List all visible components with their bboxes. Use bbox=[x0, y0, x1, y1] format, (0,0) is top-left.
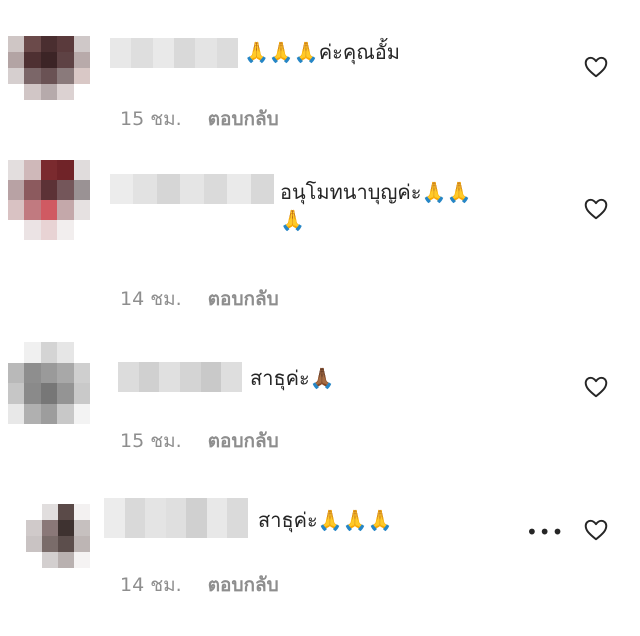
comment-text: อนุโมทนาบุญค่ะ🙏🙏 🙏 bbox=[280, 180, 472, 232]
username-blurred[interactable] bbox=[104, 498, 248, 538]
comment-meta: 14 ชม. ตอบกลับ bbox=[120, 284, 279, 314]
comment-time: 15 ชม. bbox=[120, 108, 182, 130]
heart-icon[interactable] bbox=[583, 517, 609, 543]
reply-button[interactable]: ตอบกลับ bbox=[208, 108, 279, 130]
username-blurred[interactable] bbox=[110, 38, 238, 68]
avatar[interactable] bbox=[8, 36, 90, 100]
comment-meta: 15 ชม. ตอบกลับ bbox=[120, 104, 279, 134]
comment-meta: 15 ชม. ตอบกลับ bbox=[120, 426, 279, 456]
avatar[interactable] bbox=[26, 504, 90, 568]
heart-icon[interactable] bbox=[583, 374, 609, 400]
comment-time: 14 ชม. bbox=[120, 288, 182, 310]
comment-text: สาธุค่ะ🙏🏾 bbox=[250, 366, 335, 390]
more-options-icon[interactable]: ••• bbox=[526, 520, 564, 544]
comment-meta: 14 ชม. ตอบกลับ bbox=[120, 570, 279, 600]
reply-button[interactable]: ตอบกลับ bbox=[208, 288, 279, 310]
comment-time: 15 ชม. bbox=[120, 430, 182, 452]
username-blurred[interactable] bbox=[110, 174, 274, 204]
heart-icon[interactable] bbox=[583, 196, 609, 222]
comment-time: 14 ชม. bbox=[120, 574, 182, 596]
comment-text: 🙏🙏🙏ค่ะคุณอั้ม bbox=[244, 40, 400, 64]
reply-button[interactable]: ตอบกลับ bbox=[208, 430, 279, 452]
reply-button[interactable]: ตอบกลับ bbox=[208, 574, 279, 596]
avatar[interactable] bbox=[8, 342, 90, 424]
heart-icon[interactable] bbox=[583, 54, 609, 80]
username-blurred[interactable] bbox=[118, 362, 242, 392]
comment-text: สาธุค่ะ🙏🙏🙏 bbox=[258, 508, 393, 532]
avatar[interactable] bbox=[8, 160, 90, 240]
